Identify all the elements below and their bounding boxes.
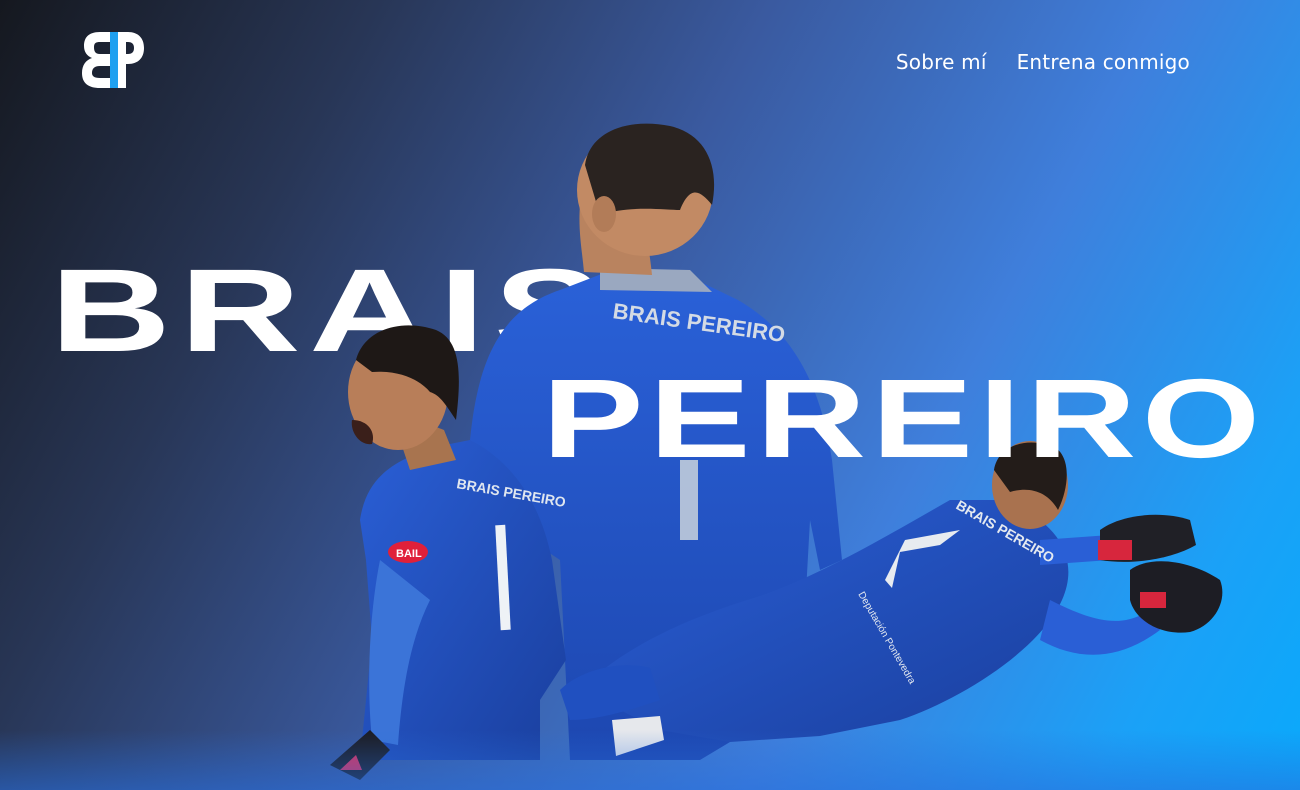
hero-section: Sobre mí Entrena conmigo BRAIS BRAIS PER… xyxy=(0,0,1300,790)
hero-last-name: PEREIRO xyxy=(542,356,1266,481)
svg-text:BAIL: BAIL xyxy=(396,548,422,560)
bottom-gradient-fade xyxy=(0,730,1300,790)
